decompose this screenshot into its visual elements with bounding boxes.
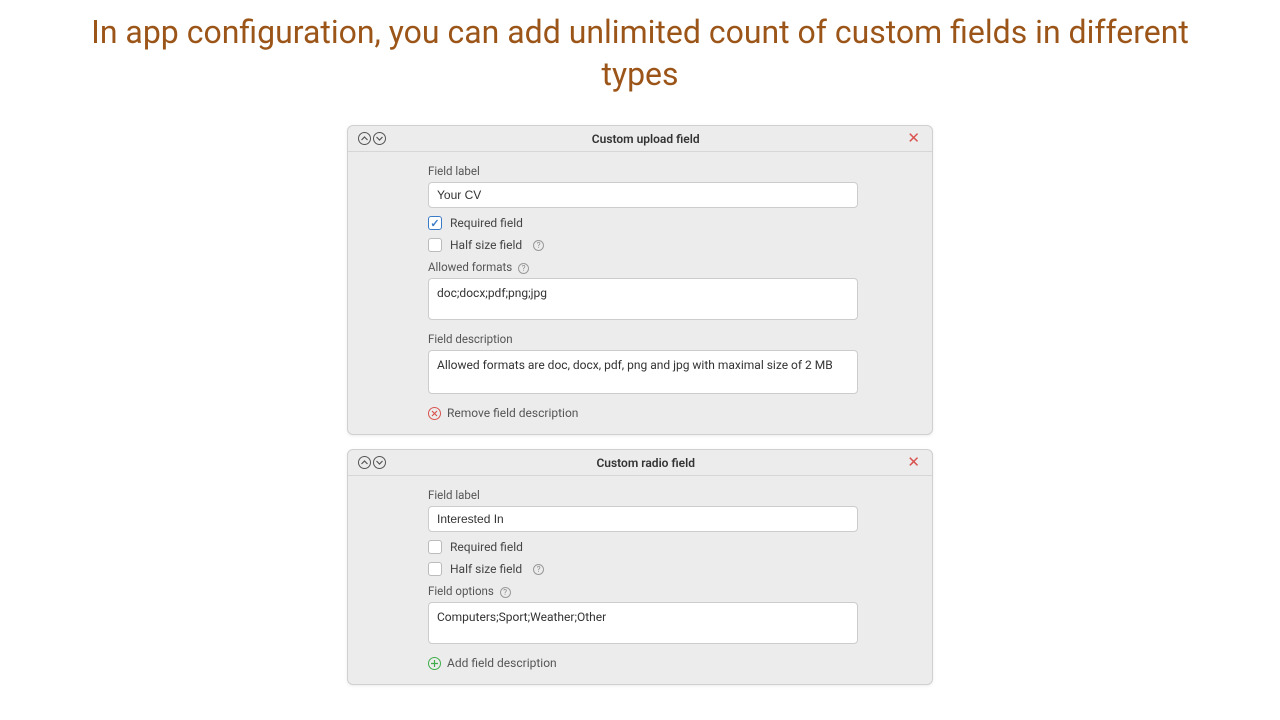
field-description-input[interactable]: [428, 350, 858, 394]
move-down-button[interactable]: [373, 132, 386, 145]
halfsize-checkbox[interactable]: [428, 238, 442, 252]
allowed-formats-input[interactable]: [428, 278, 858, 320]
move-up-button[interactable]: [358, 132, 371, 145]
close-icon[interactable]: ✕: [905, 131, 922, 146]
close-icon[interactable]: ✕: [905, 455, 922, 470]
remove-description-label: Remove field description: [447, 406, 578, 420]
info-icon[interactable]: ?: [500, 587, 511, 598]
page-title: In app configuration, you can add unlimi…: [0, 0, 1280, 95]
move-down-button[interactable]: [373, 456, 386, 469]
field-options-label: Field options ?: [428, 584, 922, 598]
card-header: Custom radio field ✕: [348, 450, 932, 476]
info-icon[interactable]: ?: [533, 564, 544, 575]
field-label-label: Field label: [428, 164, 922, 178]
custom-radio-field-card: Custom radio field ✕ Field label Require…: [347, 449, 933, 685]
field-options-input[interactable]: [428, 602, 858, 644]
required-label: Required field: [450, 540, 523, 554]
allowed-formats-label: Allowed formats ?: [428, 260, 922, 274]
halfsize-label: Half size field: [450, 238, 522, 252]
add-description-label: Add field description: [447, 656, 557, 670]
card-header: Custom upload field ✕: [348, 126, 932, 152]
cards-container: Custom upload field ✕ Field label Requir…: [347, 125, 933, 685]
remove-icon: [428, 407, 441, 420]
field-label-input[interactable]: [428, 182, 858, 208]
move-buttons: [358, 456, 386, 469]
halfsize-checkbox[interactable]: [428, 562, 442, 576]
move-up-button[interactable]: [358, 456, 371, 469]
card-title: Custom upload field: [386, 132, 905, 146]
remove-description-button[interactable]: Remove field description: [428, 406, 922, 420]
field-label-label: Field label: [428, 488, 922, 502]
add-description-button[interactable]: Add field description: [428, 656, 922, 670]
field-description-label: Field description: [428, 332, 922, 346]
halfsize-label: Half size field: [450, 562, 522, 576]
required-checkbox[interactable]: [428, 540, 442, 554]
card-body: Field label Required field Half size fie…: [348, 476, 932, 684]
required-label: Required field: [450, 216, 523, 230]
move-buttons: [358, 132, 386, 145]
required-checkbox[interactable]: [428, 216, 442, 230]
info-icon[interactable]: ?: [533, 240, 544, 251]
custom-upload-field-card: Custom upload field ✕ Field label Requir…: [347, 125, 933, 435]
card-title: Custom radio field: [386, 456, 905, 470]
card-body: Field label Required field Half size fie…: [348, 152, 932, 434]
add-icon: [428, 657, 441, 670]
info-icon[interactable]: ?: [518, 263, 529, 274]
field-label-input[interactable]: [428, 506, 858, 532]
